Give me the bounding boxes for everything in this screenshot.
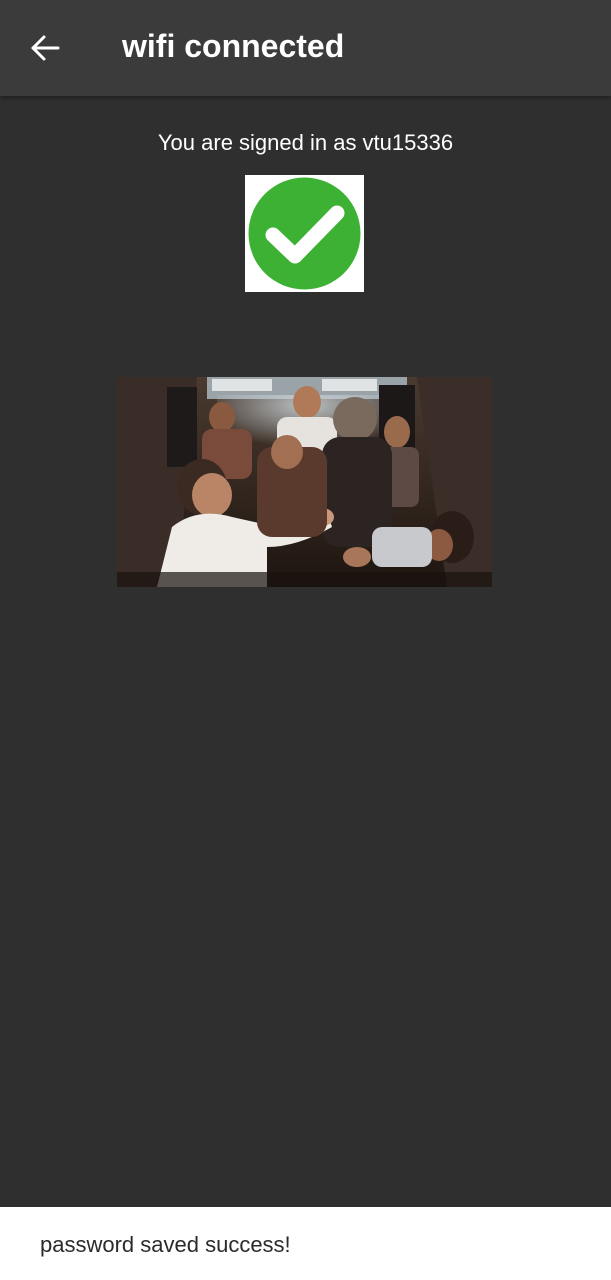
arrow-left-icon [31,35,60,61]
page-title: wifi connected [122,28,345,64]
success-badge [245,175,364,292]
check-circle-icon [248,177,361,290]
app-bar: wifi connected [0,0,611,96]
photo-illustration [117,377,492,587]
celebration-photo [117,377,492,587]
signed-in-message: You are signed in as vtu15336 [157,130,454,155]
back-button[interactable] [22,24,70,72]
toast-notification: password saved success! [0,1207,611,1280]
toast-message: password saved success! [40,1232,291,1257]
